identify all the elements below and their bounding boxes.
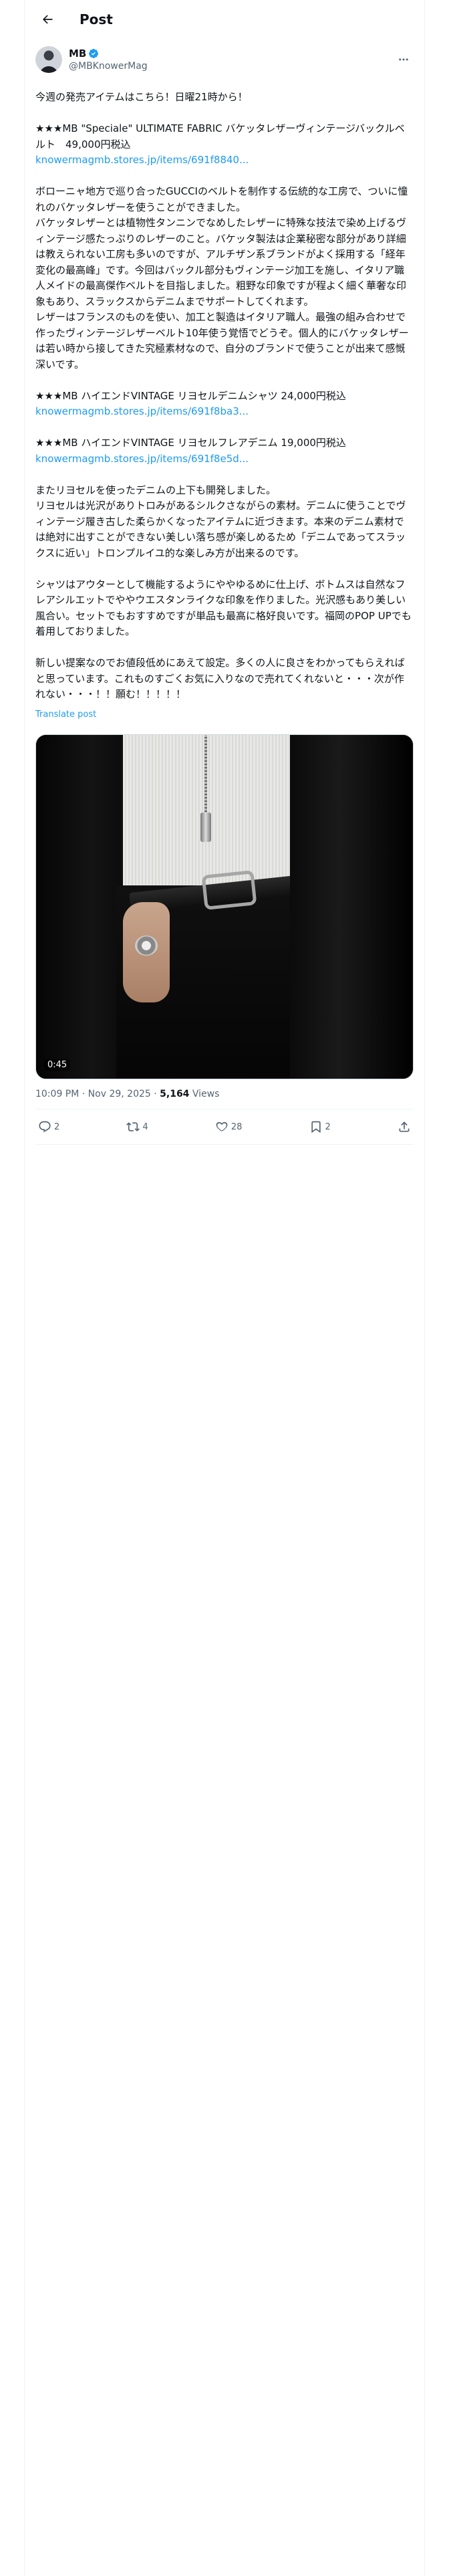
post-timestamp[interactable]: 10:09 PM · Nov 29, 2025 · bbox=[35, 1089, 160, 1099]
top-bar: Post bbox=[25, 0, 424, 39]
repost-icon bbox=[126, 1122, 140, 1132]
reply-icon bbox=[39, 1121, 51, 1133]
bookmark-icon bbox=[311, 1121, 321, 1134]
video-duration-badge: 0:45 bbox=[44, 1059, 71, 1071]
post-column: Post MB @MBKnowerMag 今週の発売アイテムはこちら！日曜21時… bbox=[24, 0, 425, 2576]
post-paragraph: ボローニャ地方で巡り合ったGUCCIのベルトを制作する伝統的な工房で、ついに憧れ… bbox=[35, 185, 409, 370]
author-name[interactable]: MB bbox=[69, 47, 86, 60]
post-paragraph: シャツはアウターとして機能するようにややゆるめに仕上げ、ボトムスは自然なフレアシ… bbox=[35, 578, 412, 638]
translate-post-link[interactable]: Translate post bbox=[35, 707, 96, 723]
bookmark-button[interactable]: 2 bbox=[309, 1120, 331, 1134]
post-paragraph: ★★★MB ハイエンドVINTAGE リヨセルフレアデニム 19,000円税込 bbox=[35, 437, 346, 449]
product-link[interactable]: knowermagmb.stores.jp/items/691f8840... bbox=[35, 152, 414, 169]
repost-count: 4 bbox=[142, 1121, 148, 1132]
author-row: MB @MBKnowerMag bbox=[25, 39, 424, 76]
post-paragraph: 今週の発売アイテムはこちら！日曜21時から！ bbox=[35, 91, 248, 103]
video-frame-shirt bbox=[123, 735, 303, 889]
post-text: 今週の発売アイテムはこちら！日曜21時から！ ★★★MB "Speciale" … bbox=[25, 76, 424, 722]
video-frame-ring bbox=[135, 936, 158, 956]
product-block: ★★★MB ハイエンドVINTAGE リヨセルフレアデニム 19,000円税込 … bbox=[35, 435, 414, 467]
post-paragraph: ★★★MB "Speciale" ULTIMATE FABRIC バケッタレザー… bbox=[35, 122, 405, 150]
video-frame-jacket bbox=[36, 735, 130, 1079]
product-block: ★★★MB ハイエンドVINTAGE リヨセルデニムシャツ 24,000円税込 … bbox=[35, 389, 414, 420]
author-info: MB @MBKnowerMag bbox=[69, 47, 148, 72]
action-bar: 2 4 28 2 bbox=[35, 1109, 414, 1145]
reply-count: 2 bbox=[54, 1121, 60, 1132]
more-dots-icon bbox=[399, 58, 408, 61]
views-count: 5,164 bbox=[160, 1089, 190, 1099]
author-name-line: MB bbox=[69, 47, 148, 60]
heart-icon bbox=[216, 1121, 228, 1132]
share-icon bbox=[399, 1121, 410, 1132]
video-player[interactable]: 0:45 bbox=[35, 734, 414, 1079]
video-frame-buckle bbox=[201, 870, 257, 910]
product-block: ★★★MB "Speciale" ULTIMATE FABRIC バケッタレザー… bbox=[35, 121, 414, 169]
verified-badge-icon bbox=[89, 49, 99, 58]
post-paragraph: ★★★MB ハイエンドVINTAGE リヨセルデニムシャツ 24,000円税込 bbox=[35, 389, 346, 402]
video-frame-jacket-right bbox=[290, 735, 413, 1079]
page-title: Post bbox=[80, 11, 113, 27]
views-label: Views bbox=[189, 1089, 220, 1099]
product-link[interactable]: knowermagmb.stores.jp/items/691f8ba3... bbox=[35, 404, 414, 420]
author-handle[interactable]: @MBKnowerMag bbox=[69, 61, 148, 72]
like-count: 28 bbox=[231, 1121, 243, 1132]
more-options-button[interactable] bbox=[394, 49, 414, 70]
post-paragraph: またリヨセルを使ったデニムの上下も開発しました。 リヨセルは光沢がありトロみがあ… bbox=[35, 484, 406, 559]
bookmark-count: 2 bbox=[325, 1121, 331, 1132]
video-frame-necklace bbox=[204, 735, 207, 815]
reply-button[interactable]: 2 bbox=[38, 1120, 59, 1134]
product-link[interactable]: knowermagmb.stores.jp/items/691f8e5d... bbox=[35, 451, 414, 467]
back-button[interactable] bbox=[35, 7, 59, 31]
avatar[interactable] bbox=[35, 46, 62, 73]
video-frame-pendant bbox=[200, 813, 211, 842]
share-button[interactable] bbox=[398, 1120, 411, 1134]
repost-button[interactable]: 4 bbox=[126, 1120, 148, 1134]
post-meta: 10:09 PM · Nov 29, 2025 · 5,164 Views bbox=[35, 1079, 414, 1109]
like-button[interactable]: 28 bbox=[215, 1120, 243, 1134]
back-arrow-icon bbox=[43, 15, 53, 24]
post-paragraph: 新しい提案なのでお値段低めにあえて設定。多くの人に良さをわかってもらえればと思っ… bbox=[35, 657, 405, 700]
